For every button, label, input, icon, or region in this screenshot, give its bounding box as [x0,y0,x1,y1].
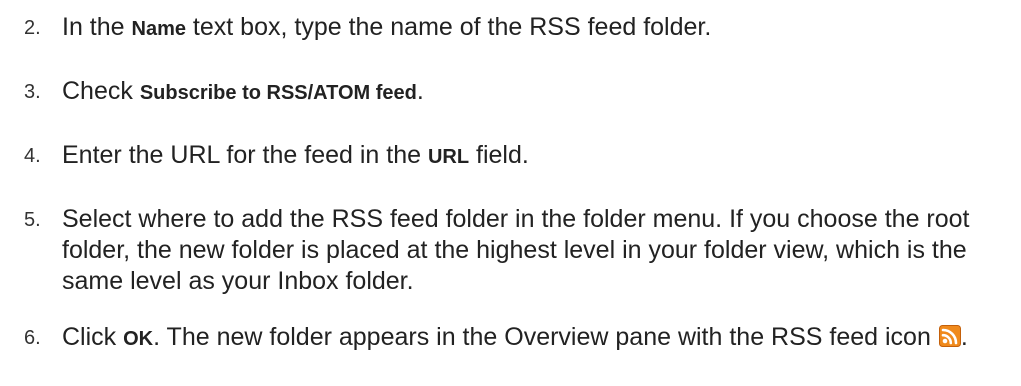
step-text-part: Check [62,77,140,105]
ui-label-ok: OK [123,328,154,350]
step-text-part: . The new folder appears in the Overview… [153,323,938,351]
step-text-part: In the [62,13,132,41]
step-text-part: text box, type the name of the RSS feed … [185,13,712,41]
ui-label-subscribe: Subscribe to RSS/ATOM feed [139,82,417,104]
step-text-part: . [416,77,424,105]
ui-label-name: Name [131,18,186,40]
step-text-period: . [960,323,968,351]
step-text: Enter the URL for the feed in the URL fi… [62,140,1012,173]
step-text: Select where to add the RSS feed folder … [62,204,1012,297]
step-text-part: field. [469,141,529,169]
step-text-part: Click [62,323,124,351]
step-text-part: Select where to add the RSS feed folder … [62,205,970,295]
step-text: In the Name text box, type the name of t… [62,12,1012,45]
step-text: Check Subscribe to RSS/ATOM feed. [62,76,1012,109]
rss-feed-icon [938,325,961,347]
step-text-part: Enter the URL for the feed in the [62,141,428,169]
step-number: 6. [24,327,41,349]
step-number: 5. [24,209,41,231]
step-number: 3. [24,81,41,103]
ui-label-url: URL [427,146,470,168]
step-text: Click OK. The new folder appears in the … [62,322,1012,355]
step-number: 4. [24,145,41,167]
step-number: 2. [24,17,41,39]
